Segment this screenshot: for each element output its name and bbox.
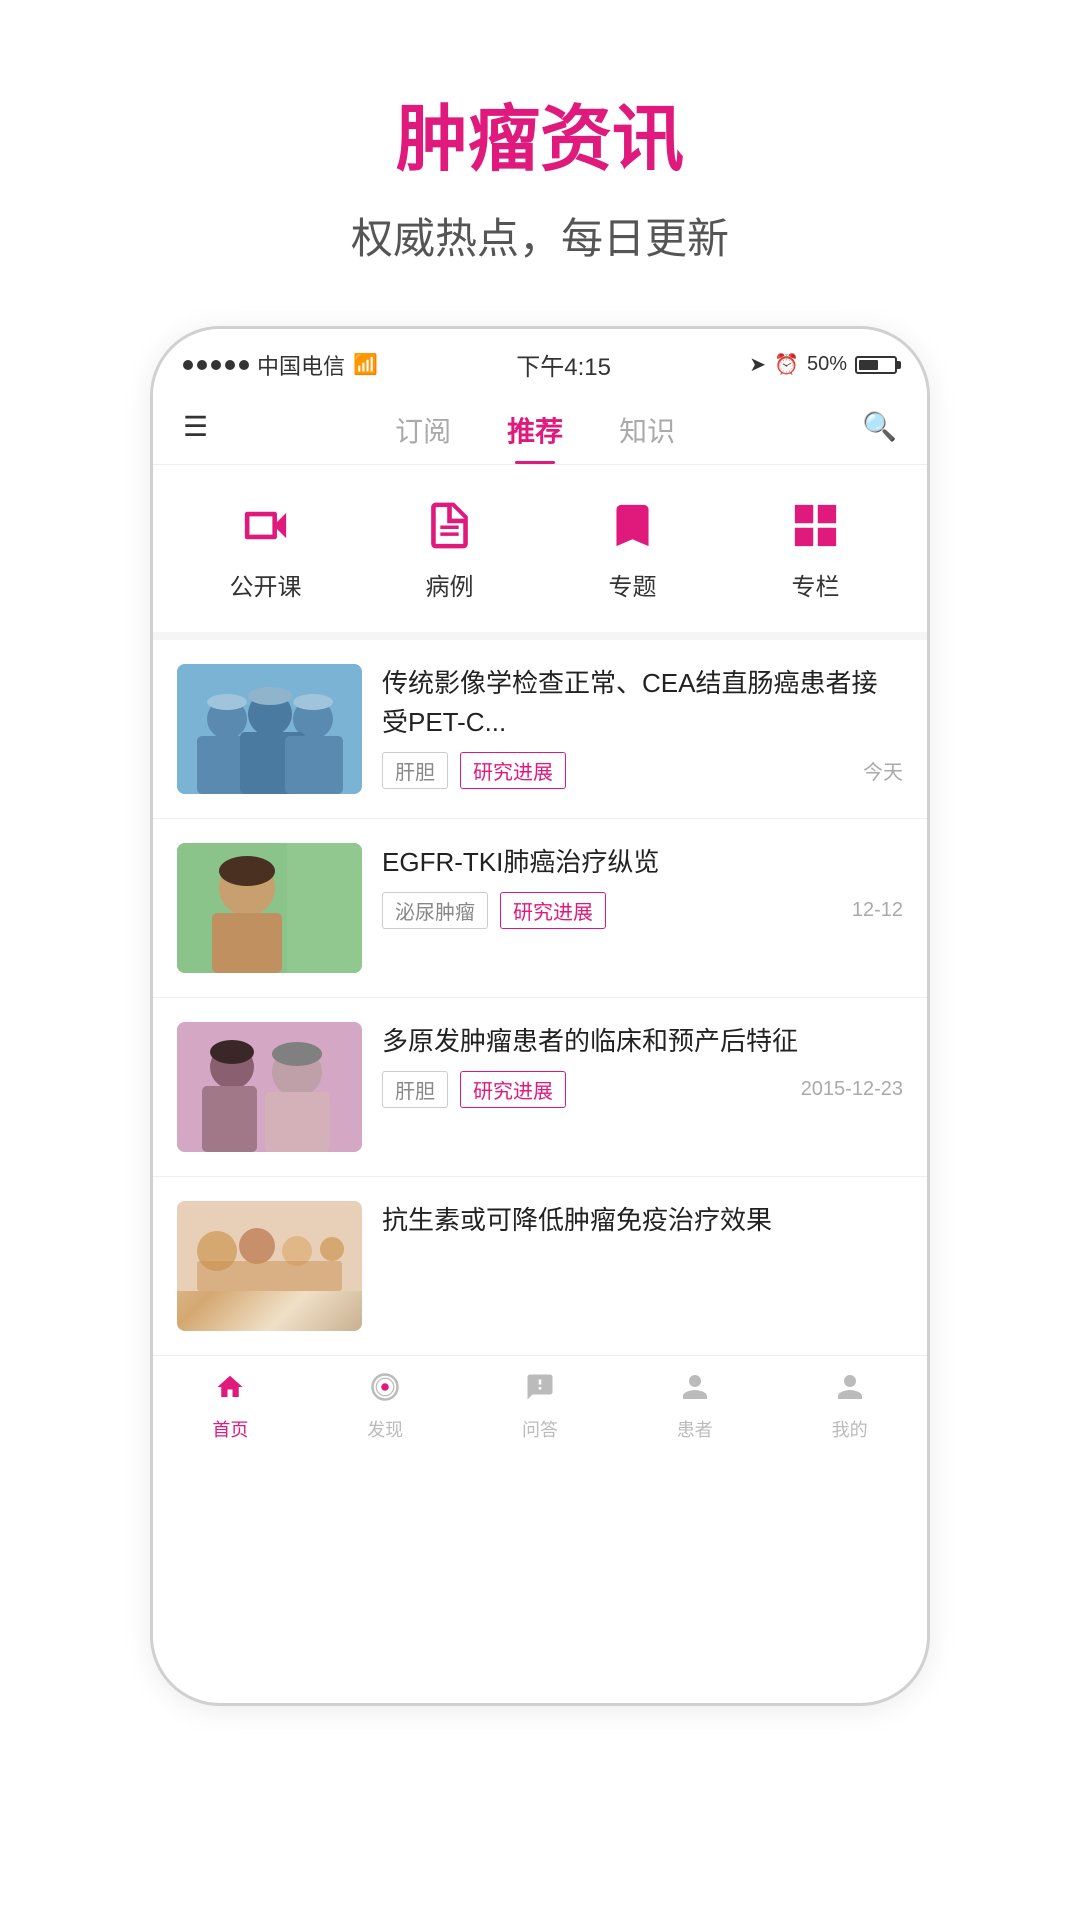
page-subtitle: 权威热点，每日更新: [351, 205, 729, 266]
news-title-2: EGFR-TKI肺癌治疗纵览: [382, 843, 903, 882]
news-meta-1: 肝胆 研究进展 今天: [382, 752, 903, 789]
news-title-1: 传统影像学检查正常、CEA结直肠癌患者接受PET-C...: [382, 664, 903, 742]
phone-frame: 中国电信 📶 下午4:15 ➤ ⏰ 50% ☰ 订阅 推荐 知识 🔍: [150, 326, 930, 1706]
news-thumb-2: [177, 843, 362, 973]
bookmark-icon: [598, 495, 668, 555]
video-camera-icon: [231, 495, 301, 555]
signal-dot-4: [225, 360, 235, 370]
patient-icon: [680, 1372, 710, 1410]
signal-dot-2: [197, 360, 207, 370]
category-column-label: 专栏: [792, 567, 840, 602]
page-title: 肿瘤资讯: [351, 80, 729, 185]
news-list: 传统影像学检查正常、CEA结直肠癌患者接受PET-C... 肝胆 研究进展 今天: [153, 640, 927, 1355]
news-title-4: 抗生素或可降低肿瘤免疫治疗效果: [382, 1201, 903, 1240]
category-column[interactable]: 专栏: [781, 495, 851, 602]
news-date-3: 2015-12-23: [801, 1078, 903, 1101]
news-meta-2: 泌尿肿瘤 研究进展 12-12: [382, 892, 903, 929]
location-icon: ➤: [749, 352, 766, 377]
news-meta-3: 肝胆 研究进展 2015-12-23: [382, 1071, 903, 1108]
signal-dot-5: [239, 360, 249, 370]
news-item-1[interactable]: 传统影像学检查正常、CEA结直肠癌患者接受PET-C... 肝胆 研究进展 今天: [153, 640, 927, 819]
bottom-nav-discover[interactable]: 发现: [335, 1372, 435, 1442]
bottom-nav-patient-label: 患者: [677, 1416, 713, 1442]
news-tag-3-1: 研究进展: [460, 1071, 566, 1108]
news-tag-1-0: 肝胆: [382, 752, 448, 789]
news-thumb-4: [177, 1201, 362, 1331]
news-title-3: 多原发肿瘤患者的临床和预产后特征: [382, 1022, 903, 1061]
signal-dot-3: [211, 360, 221, 370]
bottom-nav-mine[interactable]: 我的: [800, 1372, 900, 1442]
category-special-label: 专题: [609, 567, 657, 602]
nav-tabs: ☰ 订阅 推荐 知识 🔍: [153, 392, 927, 465]
category-special[interactable]: 专题: [598, 495, 668, 602]
bottom-nav-home[interactable]: 首页: [180, 1372, 280, 1442]
category-cases[interactable]: 病例: [415, 495, 485, 602]
battery-percent: 50%: [807, 353, 847, 376]
bottom-nav-discover-label: 发现: [367, 1416, 403, 1442]
category-opencourse-label: 公开课: [230, 567, 302, 602]
news-date-1: 今天: [863, 756, 903, 785]
grid-icon: [781, 495, 851, 555]
category-opencourse[interactable]: 公开课: [230, 495, 302, 602]
mine-icon: [835, 1372, 865, 1410]
carrier-label: 中国电信: [257, 349, 345, 381]
bottom-nav-mine-label: 我的: [832, 1416, 868, 1442]
news-tag-2-1: 研究进展: [500, 892, 606, 929]
news-content-4: 抗生素或可降低肿瘤免疫治疗效果: [382, 1201, 903, 1240]
status-left: 中国电信 📶: [183, 349, 378, 381]
status-bar: 中国电信 📶 下午4:15 ➤ ⏰ 50%: [153, 329, 927, 392]
bottom-nav-patient[interactable]: 患者: [645, 1372, 745, 1442]
document-icon: [415, 495, 485, 555]
alarm-icon: ⏰: [774, 352, 799, 377]
tab-recommend[interactable]: 推荐: [479, 402, 591, 464]
discover-icon: [370, 1372, 400, 1410]
tab-subscribe[interactable]: 订阅: [367, 402, 479, 464]
menu-icon[interactable]: ☰: [183, 410, 208, 457]
bottom-nav-home-label: 首页: [212, 1416, 248, 1442]
news-item-4[interactable]: 抗生素或可降低肿瘤免疫治疗效果: [153, 1177, 927, 1355]
news-content-3: 多原发肿瘤患者的临床和预产后特征 肝胆 研究进展 2015-12-23: [382, 1022, 903, 1108]
category-cases-label: 病例: [426, 567, 474, 602]
bottom-nav: 首页 发现 问答: [153, 1355, 927, 1462]
signal-dots: [183, 360, 249, 370]
search-icon[interactable]: 🔍: [862, 410, 897, 457]
news-thumb-1: [177, 664, 362, 794]
news-content-1: 传统影像学检查正常、CEA结直肠癌患者接受PET-C... 肝胆 研究进展 今天: [382, 664, 903, 789]
news-tag-3-0: 肝胆: [382, 1071, 448, 1108]
tab-knowledge[interactable]: 知识: [591, 402, 703, 464]
bottom-nav-qa[interactable]: 问答: [490, 1372, 590, 1442]
news-item-2[interactable]: EGFR-TKI肺癌治疗纵览 泌尿肿瘤 研究进展 12-12: [153, 819, 927, 998]
news-date-2: 12-12: [852, 899, 903, 922]
bottom-nav-qa-label: 问答: [522, 1416, 558, 1442]
news-content-2: EGFR-TKI肺癌治疗纵览 泌尿肿瘤 研究进展 12-12: [382, 843, 903, 929]
news-thumb-3: [177, 1022, 362, 1152]
home-icon: [215, 1372, 245, 1410]
signal-dot-1: [183, 360, 193, 370]
status-right: ➤ ⏰ 50%: [749, 352, 897, 377]
wifi-icon: 📶: [353, 352, 378, 377]
category-grid: 公开课 病例 专题: [153, 465, 927, 640]
battery-fill: [859, 360, 878, 370]
news-tag-2-0: 泌尿肿瘤: [382, 892, 488, 929]
battery-indicator: [855, 356, 897, 374]
news-tag-1-1: 研究进展: [460, 752, 566, 789]
news-item-3[interactable]: 多原发肿瘤患者的临床和预产后特征 肝胆 研究进展 2015-12-23: [153, 998, 927, 1177]
qa-icon: [525, 1372, 555, 1410]
page-header: 肿瘤资讯 权威热点，每日更新: [351, 0, 729, 306]
status-time: 下午4:15: [516, 347, 611, 382]
